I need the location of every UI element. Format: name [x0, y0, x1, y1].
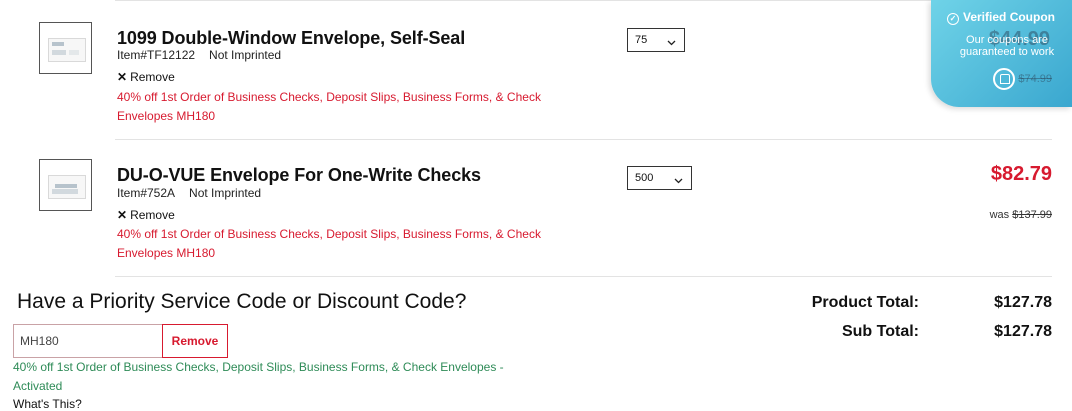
item-number: Item#TF12122: [117, 48, 196, 62]
close-x-icon: ✕: [117, 208, 128, 222]
chevron-down-icon: [674, 175, 683, 187]
sub-total-label: Sub Total:: [841, 323, 919, 340]
chevron-down-icon: [667, 37, 676, 49]
divider-top: [115, 0, 1052, 1]
coupon-title: ✓ Verified Coupon: [947, 10, 1055, 25]
quantity-select[interactable]: 500: [627, 166, 692, 190]
coupon-widget-icon[interactable]: [993, 68, 1015, 90]
item-price: $82.79: [990, 163, 1052, 185]
remove-code-button[interactable]: Remove: [162, 324, 228, 358]
quantity-select[interactable]: 75: [627, 28, 685, 52]
was-price: was $137.99: [989, 209, 1052, 221]
remove-item-button[interactable]: ✕ Remove: [117, 70, 175, 84]
item-number: Item#752A: [117, 186, 176, 200]
product-thumbnail[interactable]: [39, 159, 92, 211]
imprint-status: Not Imprinted: [209, 48, 282, 62]
promo-text: 40% off 1st Order of Business Checks, De…: [117, 227, 541, 260]
product-meta: Item#TF12122 Not Imprinted: [117, 48, 281, 62]
discount-code-input[interactable]: [13, 324, 163, 358]
product-total-label: Product Total:: [811, 294, 919, 311]
verified-coupon-badge[interactable]: $44.99 $74.99 ✓ Verified Coupon Our coupo…: [931, 0, 1072, 107]
promo-text: 40% off 1st Order of Business Checks, De…: [117, 90, 541, 123]
discount-status: 40% off 1st Order of Business Checks, De…: [13, 360, 504, 393]
whats-this-link[interactable]: What's This?: [13, 397, 82, 411]
close-x-icon: ✕: [117, 70, 128, 84]
product-title[interactable]: DU-O-VUE Envelope For One-Write Checks: [117, 165, 481, 186]
discount-heading: Have a Priority Service Code or Discount…: [17, 290, 467, 313]
product-title[interactable]: 1099 Double-Window Envelope, Self-Seal: [117, 28, 465, 49]
product-meta: Item#752A Not Imprinted: [117, 186, 261, 200]
remove-item-button[interactable]: ✕ Remove: [117, 208, 175, 222]
sub-total-value: $127.78: [994, 323, 1052, 340]
divider-1: [115, 139, 1052, 140]
imprint-status: Not Imprinted: [189, 186, 262, 200]
envelope-image: [48, 38, 86, 62]
product-thumbnail[interactable]: [39, 22, 92, 74]
divider-2: [115, 276, 1052, 277]
hidden-was-price: $74.99: [1018, 73, 1052, 85]
product-total-value: $127.78: [994, 294, 1052, 311]
envelope-image: [48, 175, 86, 199]
check-circle-icon: ✓: [947, 13, 959, 25]
coupon-subtitle: Our coupons are guaranteed to work: [959, 34, 1055, 58]
